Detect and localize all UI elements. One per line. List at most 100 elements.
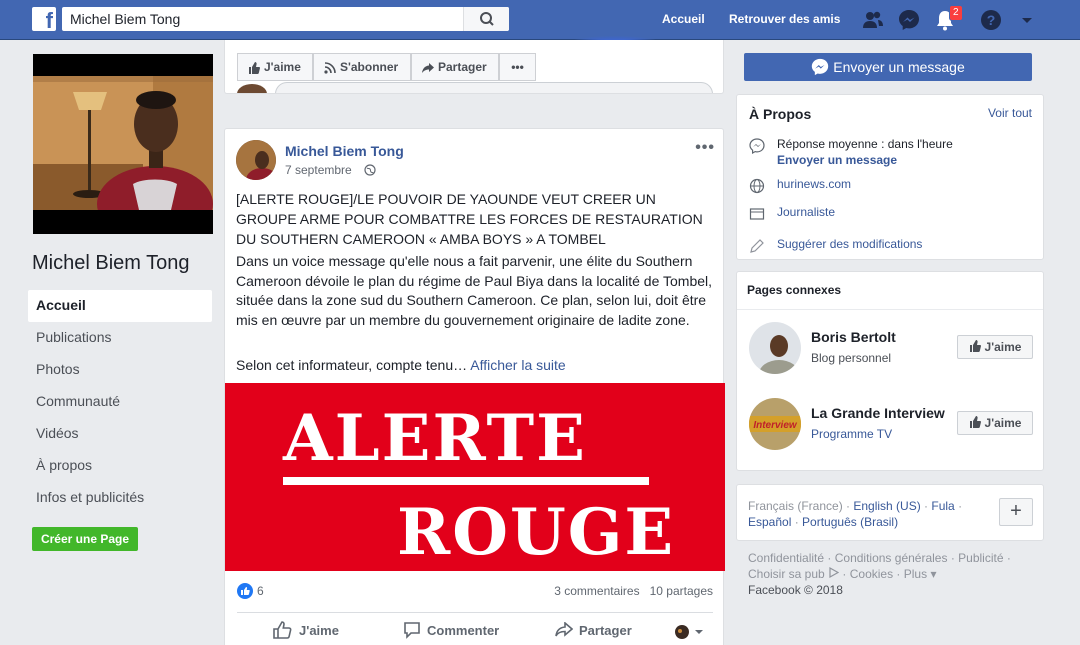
nav-home-link[interactable]: Accueil [662, 12, 705, 26]
share-arrow-icon [422, 62, 434, 73]
account-menu-chevron-icon[interactable] [1016, 9, 1038, 31]
language-link-english[interactable]: English (US) [853, 499, 920, 513]
related-page-avatar-photo [749, 322, 801, 374]
sidebar-item-infos-publicites[interactable]: Infos et publicités [28, 482, 212, 514]
page-profile-name: Michel Biem Tong [32, 252, 190, 274]
sidebar-item-communaute[interactable]: Communauté [28, 386, 212, 418]
footer-link-advertising[interactable]: Publicité [958, 551, 1003, 565]
language-link-fula[interactable]: Fula [931, 499, 954, 513]
sidebar-item-accueil[interactable]: Accueil [28, 290, 212, 322]
search-icon [480, 12, 494, 26]
nav-find-friends-link[interactable]: Retrouver des amis [729, 12, 840, 26]
post-author-name[interactable]: Michel Biem Tong [285, 143, 404, 159]
messenger-icon [812, 58, 829, 75]
more-languages-button[interactable]: + [999, 498, 1033, 526]
feed-post: Michel Biem Tong 7 septembre ••• [ALERTE… [224, 128, 725, 645]
sidebar-item-photos[interactable]: Photos [28, 354, 212, 386]
related-pages-card: Pages connexes Boris Bertolt Blog person… [736, 271, 1044, 471]
suggest-edits-link[interactable]: Suggérer des modifications [777, 237, 922, 251]
language-link-portugues[interactable]: Português (Brasil) [802, 515, 898, 529]
comment-input[interactable] [275, 82, 713, 93]
help-icon[interactable]: ? [980, 9, 1002, 31]
like-reaction-icon[interactable] [237, 583, 253, 599]
page-more-options-button[interactable]: ••• [499, 53, 536, 81]
send-message-label: Envoyer un message [833, 59, 965, 75]
friend-requests-icon[interactable] [862, 9, 884, 31]
footer-link-ad-choices[interactable]: Choisir sa pub [748, 567, 825, 581]
post-body-text: Dans un voice message qu'elle nous a fai… [236, 253, 713, 328]
page-action-bar: J'aime S'abonner Partager ••• [224, 40, 724, 94]
search-input[interactable] [62, 7, 462, 31]
about-send-message-link[interactable]: Envoyer un message [777, 153, 897, 167]
related-page-name[interactable]: Boris Bertolt [811, 329, 896, 345]
post-timestamp[interactable]: 7 septembre [285, 163, 352, 177]
post-comment-button[interactable]: Commenter [403, 622, 499, 639]
related-page-like-label: J'aime [984, 416, 1022, 430]
share-arrow-outline-icon [555, 621, 574, 637]
like-count[interactable]: 6 [257, 584, 264, 598]
about-category-link[interactable]: Journaliste [777, 205, 835, 219]
post-as-selector[interactable] [675, 625, 711, 640]
create-page-button[interactable]: Créer une Page [32, 527, 138, 551]
language-link-espanol[interactable]: Español [748, 515, 791, 529]
thumbs-up-icon [969, 416, 981, 429]
footer-copyright: Facebook © 2018 [748, 583, 843, 597]
about-website-link[interactable]: hurinews.com [777, 177, 851, 191]
category-tag-icon [749, 208, 765, 220]
page-share-button[interactable]: Partager [411, 53, 499, 81]
related-page-name[interactable]: La Grande Interview [811, 405, 945, 421]
about-response-time: Réponse moyenne : dans l'heure [777, 137, 953, 151]
search-button[interactable] [463, 7, 509, 31]
sidebar-item-publications[interactable]: Publications [28, 322, 212, 354]
related-page-like-button[interactable]: J'aime [957, 411, 1033, 435]
thumbs-up-icon [249, 61, 260, 74]
page-share-label: Partager [438, 60, 487, 74]
page-like-button[interactable]: J'aime [237, 53, 313, 81]
language-current: Français (France) [748, 499, 843, 513]
footer-link-privacy[interactable]: Confidentialité [748, 551, 824, 565]
related-page-like-button[interactable]: J'aime [957, 335, 1033, 359]
post-share-button[interactable]: Partager [555, 621, 632, 638]
related-pages-title: Pages connexes [747, 283, 842, 297]
subscribe-button[interactable]: S'abonner [313, 53, 411, 81]
about-card: À Propos Voir tout Réponse moyenne : dan… [736, 94, 1044, 260]
post-headline: [ALERTE ROUGE]/LE POUVOIR DE YAOUNDE VEU… [236, 191, 703, 247]
post-share-label: Partager [579, 623, 632, 638]
sidebar-item-a-propos[interactable]: À propos [28, 450, 212, 482]
related-page-category[interactable]: Programme TV [811, 427, 892, 441]
related-page-avatar[interactable] [749, 322, 801, 374]
post-like-label: J'aime [299, 623, 339, 638]
related-page-like-label: J'aime [984, 340, 1022, 354]
page-sidebar-nav: Accueil Publications Photos Communauté V… [28, 290, 212, 514]
footer-link-cookies[interactable]: Cookies [850, 567, 893, 581]
thumbs-up-icon [969, 340, 981, 353]
top-navigation-bar: f Accueil Retrouver des amis 2 ? [0, 0, 1080, 40]
post-options-button[interactable]: ••• [695, 139, 715, 157]
messenger-icon[interactable] [898, 9, 920, 31]
post-author-avatar[interactable] [236, 140, 276, 180]
messenger-outline-icon [749, 138, 765, 154]
about-title: À Propos [749, 106, 812, 122]
related-pages-divider [737, 309, 1043, 310]
footer-link-terms[interactable]: Conditions générales [835, 551, 948, 565]
comments-shares-count[interactable]: 3 commentaires 10 partages [554, 584, 713, 598]
about-see-all-link[interactable]: Voir tout [988, 106, 1032, 120]
facebook-logo-icon[interactable]: f [32, 7, 56, 33]
footer-link-more[interactable]: Plus [904, 567, 927, 581]
post-image-alerte-rouge[interactable]: ALERTE ROUGE [225, 383, 725, 571]
post-like-button[interactable]: J'aime [273, 621, 339, 639]
see-more-link[interactable]: Afficher la suite [470, 357, 565, 373]
sidebar-item-videos[interactable]: Vidéos [28, 418, 212, 450]
footer-more-chevron-icon[interactable]: ▾ [930, 567, 936, 581]
related-page-avatar[interactable]: Interview [749, 398, 801, 450]
send-message-button[interactable]: Envoyer un message [744, 53, 1032, 81]
svg-text:?: ? [987, 12, 996, 28]
image-text-rouge: ROUGE [397, 495, 676, 570]
image-text-alerte: ALERTE [283, 401, 587, 476]
post-reactions-summary: 6 3 commentaires 10 partages [237, 583, 713, 613]
globe-icon [749, 178, 765, 194]
related-page-category: Blog personnel [811, 351, 892, 365]
shares-count: 10 partages [649, 584, 713, 598]
profile-photo[interactable] [33, 54, 213, 234]
image-divider-line [283, 477, 649, 485]
